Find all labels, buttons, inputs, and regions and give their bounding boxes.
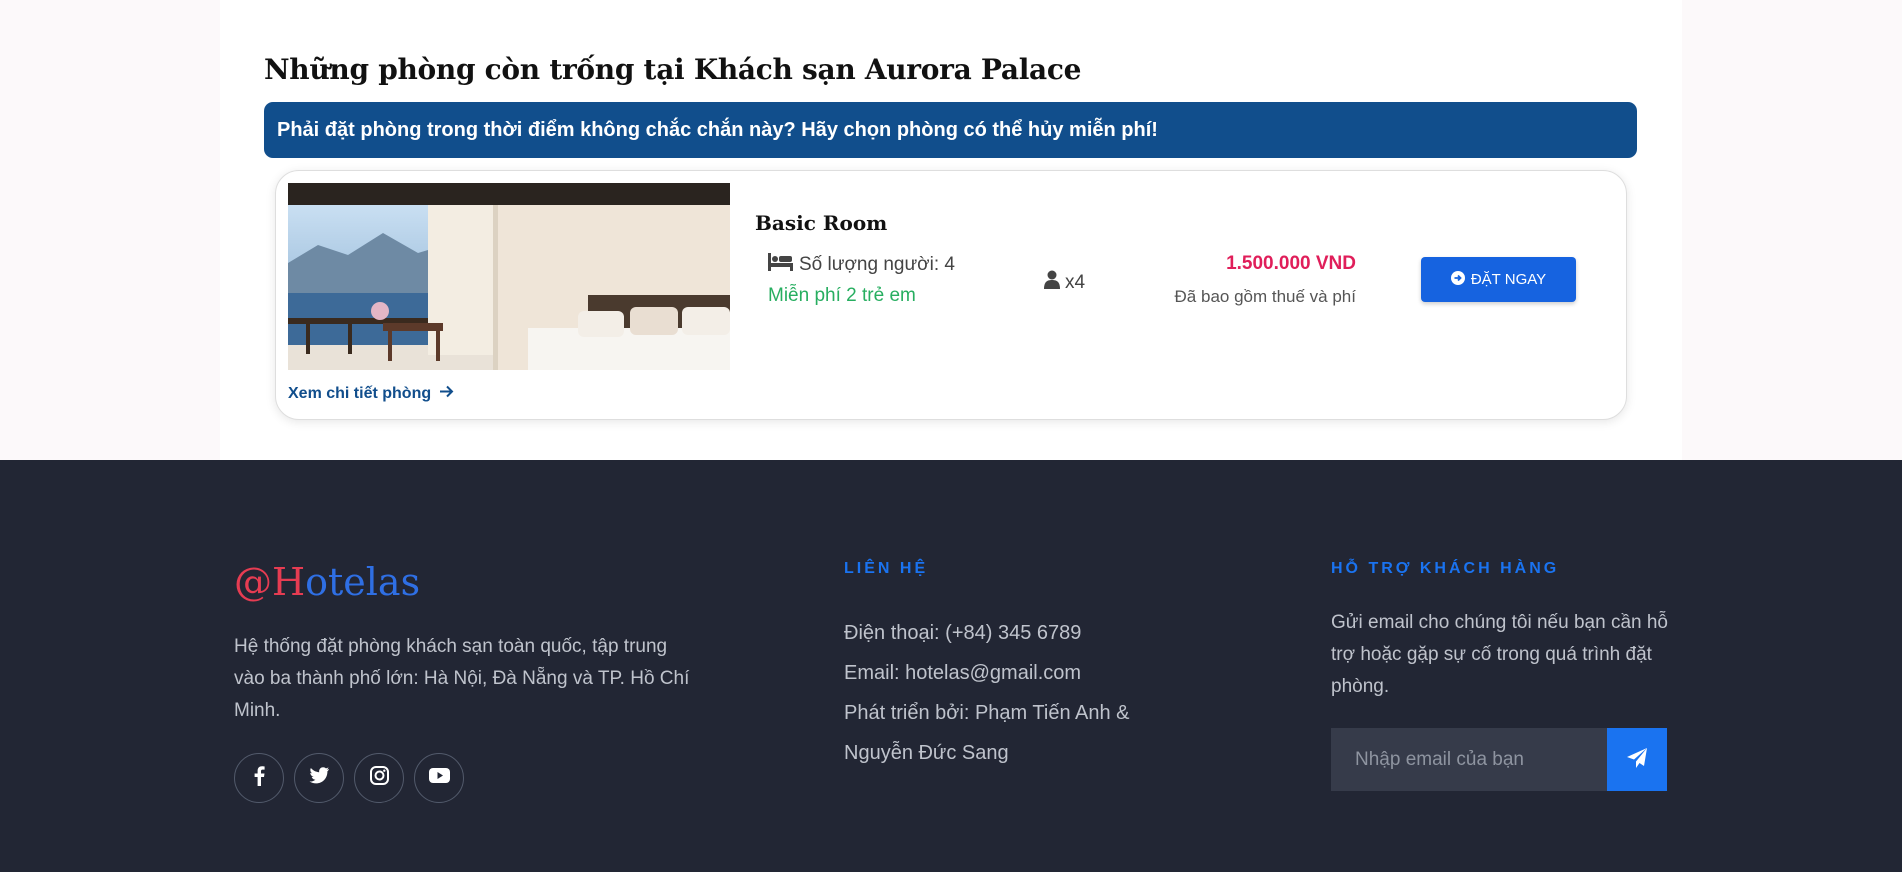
arrow-circle-icon	[1450, 270, 1465, 289]
price-note: Đã bao gồm thuế và phí	[1174, 287, 1356, 306]
room-detail-link[interactable]: Xem chi tiết phòng	[288, 385, 454, 403]
instagram-button[interactable]	[354, 753, 404, 803]
room-price: 1.500.000 VND	[1226, 253, 1356, 274]
brand-prefix: @H	[234, 560, 306, 604]
capacity-text: Số lượng người: 4	[799, 254, 955, 275]
room-name: Basic Room	[755, 211, 888, 235]
paper-plane-icon	[1626, 747, 1648, 772]
footer-brand[interactable]: @Hotelas	[234, 560, 420, 604]
twitter-icon	[309, 767, 329, 789]
free-cancel-banner: Phải đặt phòng trong thời điểm không chắ…	[264, 102, 1637, 158]
facebook-button[interactable]	[234, 753, 284, 803]
support-heading: HỖ TRỢ KHÁCH HÀNG	[1331, 560, 1560, 577]
support-text: Gửi email cho chúng tôi nếu bạn cần hỗ t…	[1331, 612, 1668, 697]
newsletter-email-input[interactable]	[1331, 728, 1607, 791]
instagram-icon	[369, 766, 389, 790]
facebook-icon	[253, 765, 265, 791]
send-email-button[interactable]	[1607, 728, 1667, 791]
user-icon	[1044, 270, 1060, 295]
contact-developers: Phát triển bởi: Phạm Tiến Anh & Nguyễn Đ…	[844, 702, 1130, 764]
room-capacity: Số lượng người: 4	[768, 253, 955, 277]
room-photo[interactable]	[288, 183, 730, 370]
brand-suffix: otelas	[305, 560, 421, 604]
arrow-right-icon	[439, 385, 454, 403]
contact-info: Điện thoại: (+84) 345 6789 Email: hotela…	[844, 613, 1164, 773]
youtube-button[interactable]	[414, 753, 464, 803]
person-count: x4	[1044, 270, 1085, 295]
youtube-icon	[428, 768, 450, 788]
contact-email: Email: hotelas@gmail.com	[844, 662, 1082, 684]
bed-icon	[768, 253, 793, 277]
room-card: Xem chi tiết phòng Basic Room Số lượng n…	[275, 170, 1627, 420]
book-now-button[interactable]: ĐẶT NGAY	[1421, 257, 1576, 302]
footer-about: Hệ thống đặt phòng khách sạn toàn quốc, …	[234, 636, 690, 721]
free-kids-note: Miễn phí 2 trẻ em	[768, 285, 916, 306]
room-detail-label: Xem chi tiết phòng	[288, 385, 432, 402]
book-now-label: ĐẶT NGAY	[1470, 271, 1547, 288]
person-count-text: x4	[1065, 271, 1086, 293]
contact-heading: LIÊN HỆ	[844, 560, 929, 577]
social-links	[234, 753, 464, 803]
section-title: Những phòng còn trống tại Khách sạn Auro…	[264, 53, 1082, 86]
twitter-button[interactable]	[294, 753, 344, 803]
contact-phone: Điện thoại: (+84) 345 6789	[844, 622, 1082, 644]
footer: @Hotelas Hệ thống đặt phòng khách sạn to…	[0, 460, 1902, 872]
